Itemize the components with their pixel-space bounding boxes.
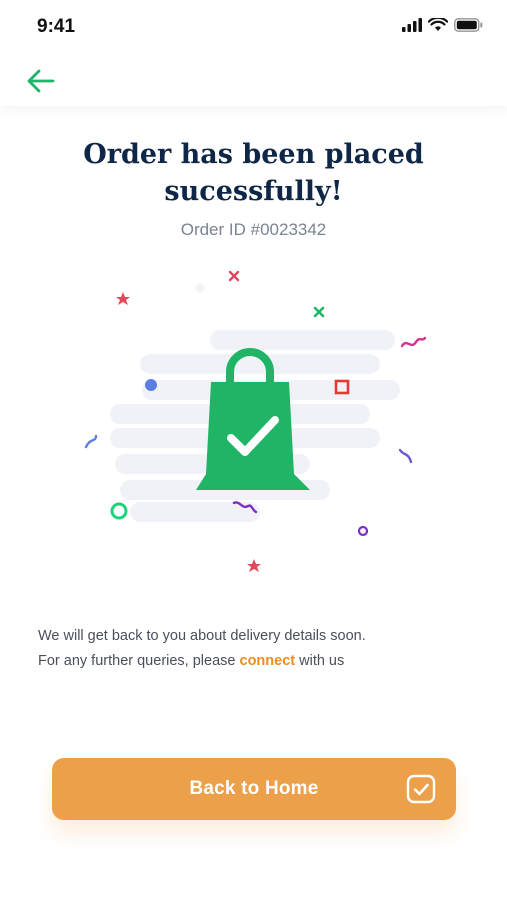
wifi-icon bbox=[428, 18, 448, 31]
connect-link[interactable]: connect bbox=[240, 653, 296, 669]
order-success-illustration bbox=[84, 270, 427, 572]
order-id: Order ID #0023342 bbox=[180, 220, 327, 239]
arrow-left-icon bbox=[27, 69, 55, 93]
signal-icon bbox=[402, 18, 422, 32]
checkbox-check-icon bbox=[406, 774, 436, 804]
delivery-message: We will get back to you about delivery d… bbox=[38, 624, 478, 674]
delivery-message-suffix: with us bbox=[295, 653, 345, 669]
back-to-home-button[interactable]: Back to Home bbox=[52, 758, 456, 820]
back-button[interactable] bbox=[24, 64, 58, 98]
status-icons bbox=[402, 18, 483, 32]
delivery-message-prefix: For any further queries, please bbox=[38, 653, 240, 669]
page-title: Order has been placed sucessfully! bbox=[83, 139, 424, 207]
status-time: 9:41 bbox=[37, 16, 76, 37]
app-header bbox=[0, 58, 507, 106]
battery-icon bbox=[454, 18, 483, 32]
delivery-message-line1: We will get back to you about delivery d… bbox=[38, 628, 366, 644]
back-to-home-label: Back to Home bbox=[189, 778, 319, 799]
status-bar: 9:41 bbox=[0, 0, 507, 58]
delivery-message-line2: For any further queries, please connect … bbox=[38, 649, 478, 674]
